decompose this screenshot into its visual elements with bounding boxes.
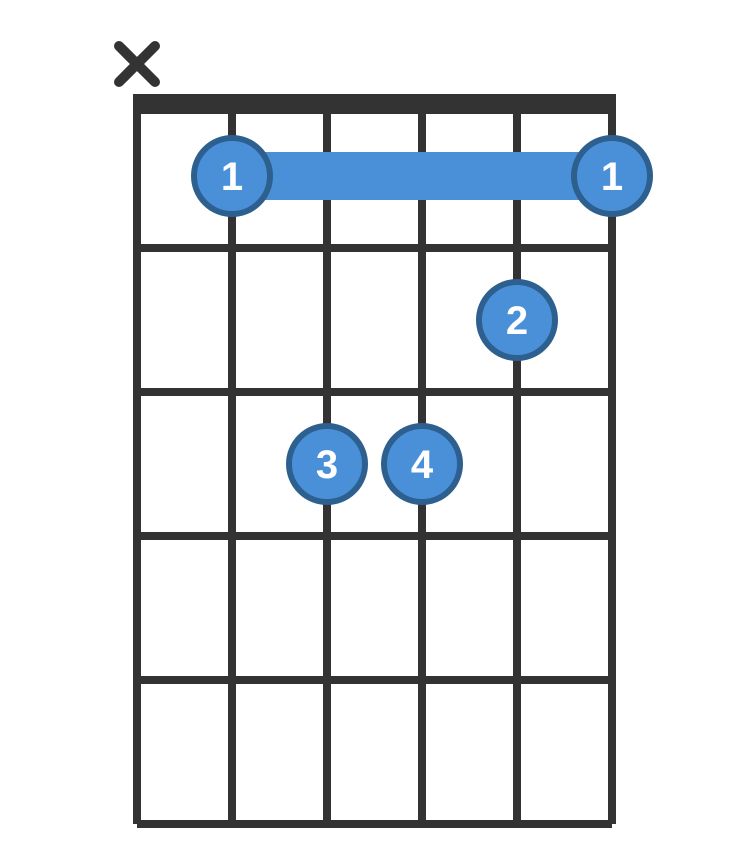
- barre-dot-left-label: 1: [221, 155, 243, 199]
- chord-svg: 1 1 2 3 4: [0, 0, 751, 847]
- finger-dot-label: 3: [316, 443, 338, 487]
- finger-dot-label: 4: [411, 443, 434, 487]
- chord-diagram: 1 1 2 3 4: [0, 0, 751, 847]
- barre-bar: [232, 152, 612, 200]
- nut: [133, 94, 616, 114]
- barre-dot-right-label: 1: [601, 155, 623, 199]
- finger-dot-label: 2: [506, 299, 528, 343]
